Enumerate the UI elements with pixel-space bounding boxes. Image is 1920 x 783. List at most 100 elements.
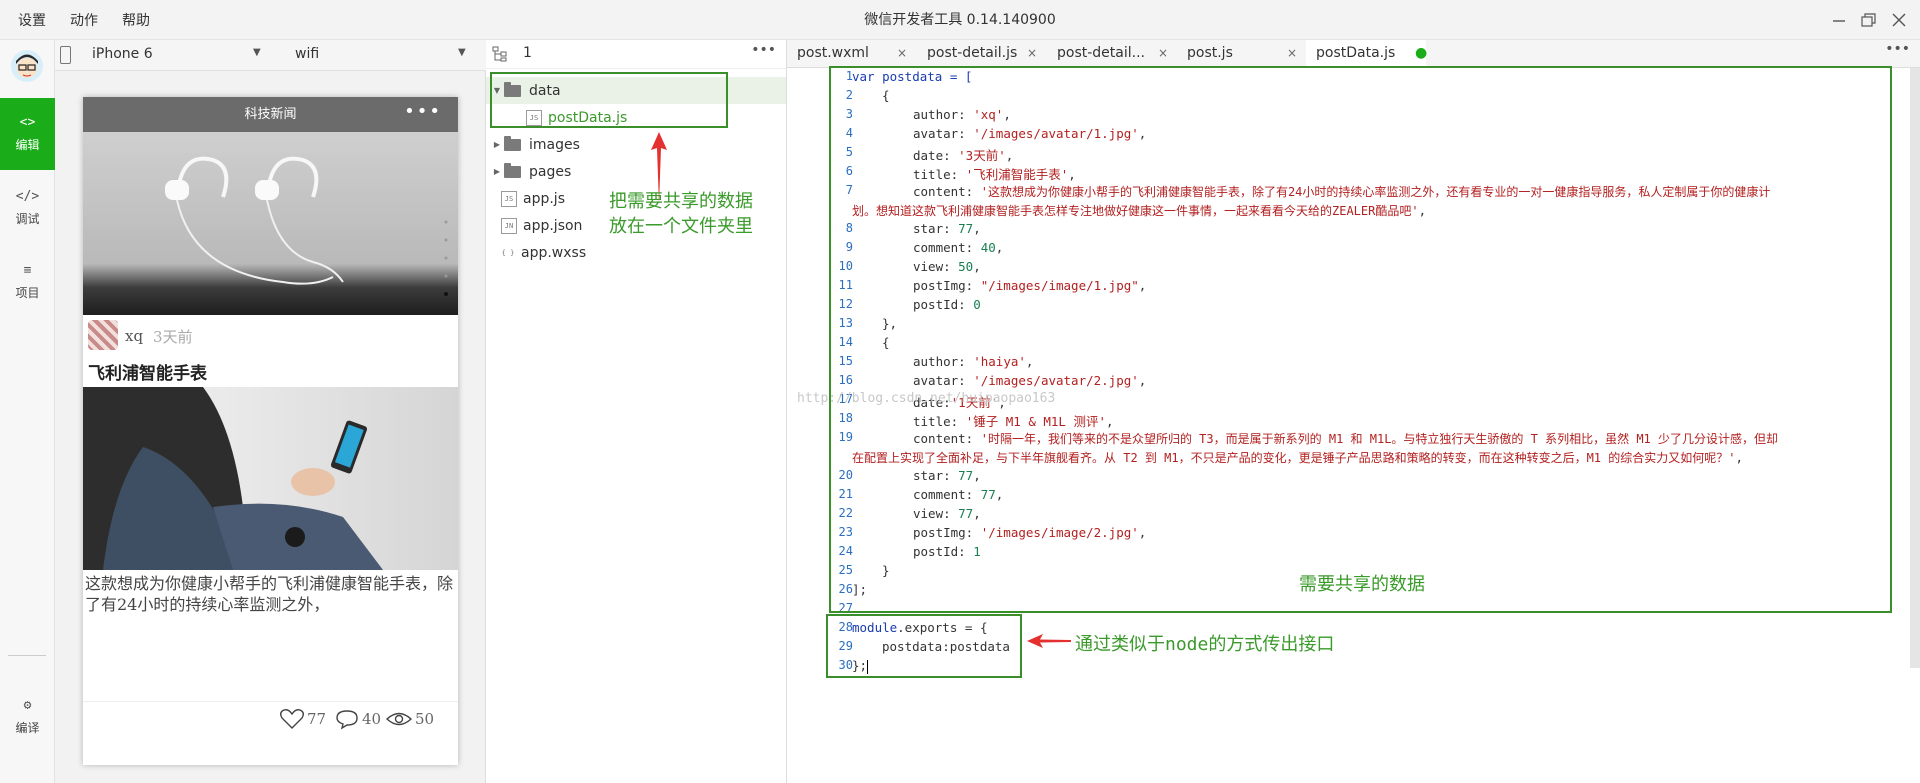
project-menu-icon: ≡	[23, 263, 32, 278]
post-author: xq	[125, 327, 144, 345]
tree-item-label: pages	[529, 163, 572, 180]
folder-icon	[504, 135, 521, 151]
maximize-button[interactable]	[1854, 0, 1884, 40]
tab-post-detail-js[interactable]: post-detail.js	[917, 40, 1037, 67]
explorer-count: 1	[523, 45, 532, 61]
tab-post-js[interactable]: post.js	[1177, 40, 1297, 67]
likes-count: 77	[307, 710, 327, 728]
tree-file-appwxss[interactable]: { } app.wxss	[486, 239, 786, 266]
post-date: 3天前	[153, 328, 193, 346]
menu-bar: 设置 动作 帮助	[18, 0, 174, 40]
tab-label: post.js	[1187, 45, 1233, 61]
tab-close-icon[interactable]: ×	[897, 46, 907, 60]
collapsed-arrow-icon[interactable]: ▶	[490, 167, 504, 176]
debug-code-icon: </>	[15, 189, 40, 204]
simulator-panel: iPhone 6 ▼ wifi ▼ 科技新闻 ••• xq 3天前 飞利浦智能手…	[55, 40, 486, 783]
activity-edit[interactable]: <> 编辑	[0, 98, 55, 170]
title-bar: 设置 动作 帮助 微信开发者工具 0.14.140900	[0, 0, 1920, 40]
tab-close-icon[interactable]: ×	[1158, 46, 1168, 60]
device-select[interactable]: iPhone 6	[92, 46, 153, 62]
compile-icon: ⚙	[23, 698, 32, 713]
network-select[interactable]: wifi	[295, 46, 319, 62]
comments-count: 40	[362, 710, 382, 728]
phone-navbar: 科技新闻 •••	[83, 97, 458, 132]
unsaved-dot-icon: ●	[1415, 45, 1428, 61]
views-count: 50	[415, 710, 435, 728]
tree-item-label: app.json	[523, 217, 583, 234]
restore-icon	[1861, 13, 1876, 27]
folder-icon	[504, 162, 521, 178]
json-file-icon: JN	[501, 217, 517, 234]
activity-project-label: 项目	[15, 286, 40, 300]
heart-icon	[280, 709, 304, 729]
code-editor: post.wxml × post-detail.js × post-detail…	[787, 40, 1920, 783]
tab-label: post-detail.js	[927, 45, 1018, 61]
file-explorer: 1 ••• ▼ data JS postData.js ▶ images ▶ p…	[486, 40, 787, 783]
tab-post-wxml[interactable]: post.wxml	[787, 40, 892, 67]
menu-settings[interactable]: 设置	[18, 10, 46, 30]
file-tree-icon[interactable]	[492, 46, 508, 62]
code-area[interactable]: 1 2 3 4 5 6 7 8 9 10 11 12 13 14 15 16 1…	[787, 66, 1920, 783]
post-header: xq 3天前	[83, 315, 458, 361]
explorer-more-icon[interactable]: •••	[751, 42, 776, 58]
user-avatar[interactable]	[11, 50, 43, 82]
activity-compile[interactable]: ⚙ 编译	[0, 677, 55, 757]
tab-label: post-detail...	[1057, 45, 1145, 61]
avatar-face-icon	[16, 54, 38, 78]
close-button[interactable]	[1884, 0, 1914, 40]
device-dropdown-icon[interactable]: ▼	[253, 47, 261, 58]
menu-help[interactable]: 帮助	[122, 10, 150, 30]
wechat-devtools-window: 设置 动作 帮助 微信开发者工具 0.14.140900 <> 编辑 </> 调…	[0, 0, 1920, 783]
network-dropdown-icon[interactable]: ▼	[458, 47, 466, 58]
views-stat[interactable]: 50	[385, 708, 434, 730]
highlight-box-data-folder	[490, 72, 728, 128]
annotation-shared-data: 需要共享的数据	[1299, 574, 1425, 595]
activity-project[interactable]: ≡ 项目	[0, 246, 55, 318]
navbar-more-icon[interactable]: •••	[404, 97, 442, 127]
phone-screen: 科技新闻 ••• xq 3天前 飞利浦智能手表 这款想成为你健康小帮手的飞利浦健…	[83, 97, 458, 765]
minimize-button[interactable]	[1824, 0, 1854, 40]
person-with-phone-image	[83, 387, 383, 570]
post-image[interactable]	[83, 387, 458, 570]
editor-tabs: post.wxml × post-detail.js × post-detail…	[787, 40, 1920, 68]
tree-folder-pages[interactable]: ▶ pages	[486, 158, 786, 185]
tab-label: postData.js	[1316, 45, 1396, 61]
annotation-line: 放在一个文件夹里	[609, 216, 753, 237]
tab-postdata-js[interactable]: postData.js	[1306, 40, 1426, 67]
annotation-line: 把需要共享的数据	[609, 191, 753, 212]
editor-scrollbar[interactable]	[1910, 68, 1920, 668]
collapsed-arrow-icon[interactable]: ▶	[490, 140, 504, 149]
activity-edit-label: 编辑	[15, 138, 40, 152]
navbar-title: 科技新闻	[244, 107, 297, 122]
post-content: 这款想成为你健康小帮手的飞利浦健康智能手表，除了有24小时的持续心率监测之外，	[85, 574, 454, 614]
tab-label: post.wxml	[797, 45, 869, 61]
author-avatar	[88, 320, 118, 350]
banner-swiper[interactable]	[83, 132, 458, 315]
phone-icon[interactable]	[60, 46, 71, 64]
post-title[interactable]: 飞利浦智能手表	[88, 359, 207, 384]
comments-stat[interactable]: 40	[334, 708, 381, 730]
tab-close-icon[interactable]: ×	[1027, 46, 1037, 60]
activity-compile-label: 编译	[15, 721, 40, 735]
activity-separator	[8, 655, 46, 656]
highlight-box-shared-data	[829, 66, 1892, 613]
simulator-toolbar: iPhone 6 ▼ wifi ▼	[55, 40, 486, 71]
tree-folder-images[interactable]: ▶ images	[486, 131, 786, 158]
tabs-more-icon[interactable]: •••	[1885, 41, 1910, 57]
comment-bubble-icon	[336, 710, 358, 730]
eye-icon	[385, 712, 413, 726]
likes-stat[interactable]: 77	[279, 708, 326, 730]
tree-item-label: app.wxss	[521, 244, 587, 261]
menu-actions[interactable]: 动作	[70, 10, 98, 30]
tab-post-detail-2[interactable]: post-detail...	[1047, 40, 1157, 67]
code-editor-icon: <>	[19, 115, 36, 130]
annotation-exports: 通过类似于node的方式传出接口	[1075, 634, 1335, 655]
css-file-icon: { }	[501, 248, 515, 257]
activity-debug-label: 调试	[15, 212, 40, 226]
activity-debug[interactable]: </> 调试	[0, 172, 55, 244]
tab-close-icon[interactable]: ×	[1287, 46, 1297, 60]
annotation-shared-folder: 把需要共享的数据 放在一个文件夹里	[609, 189, 753, 239]
window-controls	[1824, 0, 1914, 40]
activity-bar: <> 编辑 </> 调试 ≡ 项目 ⚙ 编译	[0, 40, 55, 783]
explorer-toolbar: 1 •••	[486, 40, 786, 69]
